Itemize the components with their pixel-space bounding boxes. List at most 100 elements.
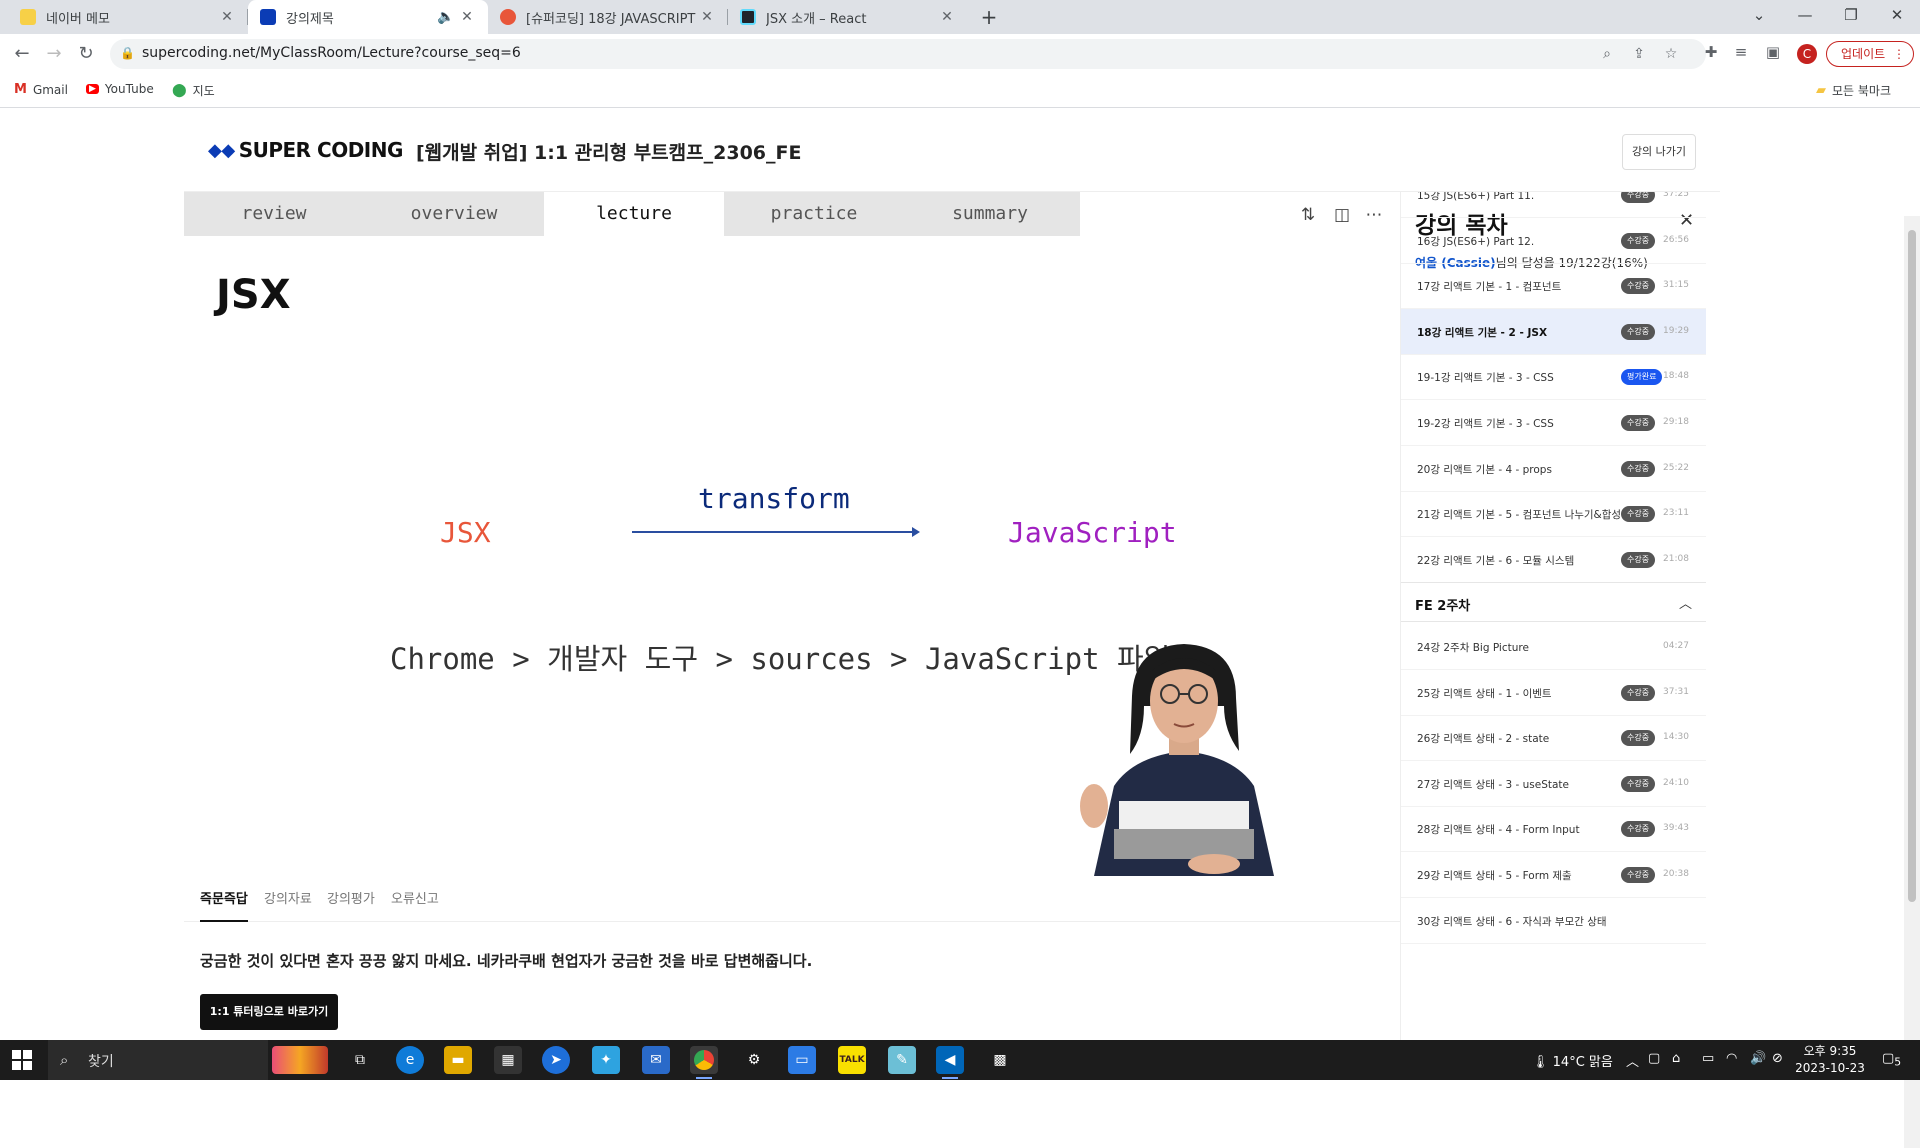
window-app-icon[interactable]: ▭ [788, 1046, 816, 1074]
media-control-icon[interactable]: ≡ [1730, 43, 1752, 61]
bookmark-youtube[interactable]: ▶ YouTube [86, 82, 154, 96]
tab-instant-qa[interactable]: 즉문즉답 [200, 888, 248, 907]
tray-app-icon[interactable]: ▢ [1648, 1051, 1660, 1066]
address-bar[interactable]: 🔒 supercoding.net/MyClassRoom/Lecture?co… [110, 39, 1706, 69]
windows-start-icon[interactable] [12, 1050, 32, 1070]
scrollbar-thumb[interactable] [1908, 230, 1916, 902]
close-tab-icon[interactable]: ✕ [458, 9, 476, 25]
brand-logo[interactable]: ◆◆ SUPER CODING [208, 138, 403, 162]
windows-taskbar: ⌕ 찾기 ⧉ e ▬ ▦ ➤ ✦ ✉ ⚙ ▭ TALK ✎ ◀ ▩ 🌡 14°C… [0, 1040, 1920, 1080]
tray-network-icon[interactable]: ⌂ [1672, 1051, 1680, 1066]
close-tab-icon[interactable]: ✕ [218, 9, 236, 25]
share-icon[interactable]: ⇪ [1630, 46, 1648, 62]
side-panel-icon[interactable]: ▣ [1762, 43, 1784, 61]
lecture-row[interactable]: 19-2강 리액트 기본 - 3 - CSS 수강중 29:18 [1401, 400, 1706, 446]
close-tab-icon[interactable]: ✕ [698, 9, 716, 25]
extensions-icon[interactable]: ✚ [1700, 43, 1722, 61]
weather-icon: 🌡 [1532, 1055, 1549, 1070]
tab-report-error[interactable]: 오류신고 [391, 888, 439, 907]
menu-dots-icon: ⋮ [1893, 47, 1905, 61]
back-button[interactable]: ← [8, 40, 36, 68]
url-text[interactable]: supercoding.net/MyClassRoom/Lecture?cour… [142, 45, 521, 61]
notification-icon[interactable]: ▢5 [1882, 1051, 1901, 1069]
lecture-row[interactable]: 15강 JS(ES6+) Part 11. 수강중 37:25 [1401, 192, 1706, 218]
system-clock[interactable]: 오후 9:35 2023-10-23 [1790, 1043, 1870, 1077]
new-tab-button[interactable]: + [976, 4, 1002, 30]
lecture-row[interactable]: 29강 리액트 상태 - 5 - Form 제출 수강중 20:38 [1401, 852, 1706, 898]
lock-icon[interactable]: 🔒 [120, 46, 135, 60]
lecture-duration: 25:22 [1663, 462, 1689, 473]
wifi-icon[interactable]: ◠ [1726, 1051, 1737, 1066]
section-header-week2[interactable]: FE 2주차 ︿ [1401, 582, 1706, 622]
more-options-icon[interactable]: ⋯ [1362, 205, 1386, 225]
maximize-button[interactable]: ❐ [1828, 0, 1874, 30]
chrome-icon[interactable] [690, 1046, 718, 1079]
lecture-row[interactable]: 21강 리액트 기본 - 5 - 컴포넌트 나누기&합성 수강중 23:11 [1401, 491, 1706, 538]
lecture-row[interactable]: 22강 리액트 기본 - 6 - 모듈 시스템 수강중 21:08 [1401, 537, 1706, 583]
lecture-video[interactable]: JSX JSX transform JavaScript Chrome > 개발… [184, 236, 1400, 876]
slide-title: JSX [216, 272, 291, 318]
tray-chevron-icon[interactable]: ︿ [1626, 1051, 1639, 1070]
tray-battery-icon[interactable]: ▭ [1702, 1051, 1714, 1066]
mail-icon[interactable]: ✉ [642, 1046, 670, 1074]
minimize-button[interactable]: — [1782, 0, 1828, 30]
settings-gear-icon[interactable]: ⚙ [740, 1046, 768, 1074]
lecture-row[interactable]: 19-1강 리액트 기본 - 3 - CSS 평가완료 18:48 [1401, 354, 1706, 401]
store-icon[interactable]: ▦ [494, 1046, 522, 1074]
tab-rating[interactable]: 강의평가 [327, 888, 375, 907]
zoom-icon[interactable]: ⌕ [1598, 46, 1616, 62]
tab-review[interactable]: review [184, 192, 364, 236]
bookmark-gmail[interactable]: M Gmail [14, 82, 68, 97]
lecture-row[interactable]: 24강 2주차 Big Picture 04:27 [1401, 624, 1706, 670]
tutoring-button[interactable]: 1:1 튜터링으로 바로가기 [200, 994, 338, 1030]
browser-tab-supercoding-18[interactable]: [슈퍼코딩] 18강 JAVASCRIPT XML ✕ [488, 0, 728, 34]
browser-tab-lecture[interactable]: 강의제목 🔈 ✕ [248, 0, 488, 34]
lecture-row[interactable]: 17강 리액트 기본 - 1 - 컴포넌트 수강중 31:15 [1401, 263, 1706, 310]
tab-search-button[interactable]: ⌄ [1736, 0, 1782, 30]
tab-overview[interactable]: overview [364, 192, 544, 236]
lecture-row[interactable]: 27강 리액트 상태 - 3 - useState 수강중 24:10 [1401, 761, 1706, 807]
vscode-icon[interactable]: ◀ [936, 1046, 964, 1079]
swap-view-icon[interactable]: ⇅ [1296, 205, 1320, 225]
bookmark-star-icon[interactable]: ☆ [1662, 46, 1680, 62]
taskbar-search[interactable]: ⌕ 찾기 [48, 1040, 268, 1080]
tab-lecture[interactable]: lecture [544, 192, 724, 236]
lecture-row[interactable]: 30강 리액트 상태 - 6 - 자식과 부모간 상태 [1401, 898, 1706, 944]
browser-tab-react-jsx[interactable]: JSX 소개 – React ✕ [728, 0, 968, 34]
lecture-row-current[interactable]: 18강 리액트 기본 - 2 - JSX 수강중 19:29 [1401, 308, 1706, 355]
tab-summary[interactable]: summary [900, 192, 1080, 236]
tab-practice[interactable]: practice [724, 192, 904, 236]
close-window-button[interactable]: ✕ [1874, 0, 1920, 30]
search-highlight-icon[interactable] [272, 1046, 328, 1074]
exit-lecture-button[interactable]: 강의 나가기 [1622, 134, 1696, 170]
lecture-row[interactable]: 26강 리액트 상태 - 2 - state 수강중 14:30 [1401, 715, 1706, 762]
edge-icon[interactable]: e [396, 1046, 424, 1074]
tray-status-icon[interactable]: ⊘ [1772, 1051, 1783, 1066]
close-tab-icon[interactable]: ✕ [938, 9, 956, 25]
bird-app-icon[interactable]: ✦ [592, 1046, 620, 1074]
all-bookmarks[interactable]: ▰ 모든 북마크 [1816, 82, 1891, 99]
split-view-icon[interactable]: ◫ [1330, 205, 1354, 225]
volume-icon[interactable]: 🔊 [1750, 1051, 1766, 1066]
lecture-row[interactable]: 25강 리액트 상태 - 1 - 이벤트 수강중 37:31 [1401, 670, 1706, 716]
profile-avatar[interactable]: C [1797, 44, 1817, 64]
forward-button[interactable]: → [40, 40, 68, 68]
task-view-icon[interactable]: ⧉ [346, 1046, 374, 1074]
lecture-row[interactable]: 20강 리액트 기본 - 4 - props 수강중 25:22 [1401, 446, 1706, 492]
file-explorer-icon[interactable]: ▬ [444, 1046, 472, 1074]
tab-materials[interactable]: 강의자료 [264, 888, 312, 907]
bookmark-maps[interactable]: ⬤ 지도 [172, 82, 215, 99]
update-button[interactable]: 업데이트 ⋮ [1826, 41, 1914, 67]
browser-tab-naver-memo[interactable]: 네이버 메모 ✕ [8, 0, 248, 34]
mute-tab-icon[interactable]: 🔈 [434, 9, 458, 25]
page-scrollbar[interactable] [1904, 216, 1920, 1148]
weather-widget[interactable]: 🌡 14°C 맑음 [1532, 1051, 1613, 1070]
package-icon[interactable]: ▩ [986, 1046, 1014, 1074]
kakaotalk-icon[interactable]: TALK [838, 1046, 866, 1074]
app-blue-icon[interactable]: ➤ [542, 1046, 570, 1074]
lecture-duration: 14:30 [1663, 732, 1689, 743]
reload-button[interactable]: ↻ [72, 40, 100, 68]
notepad-icon[interactable]: ✎ [888, 1046, 916, 1074]
lecture-row[interactable]: 16강 JS(ES6+) Part 12. 수강중 26:56 [1401, 218, 1706, 264]
lecture-row[interactable]: 28강 리액트 상태 - 4 - Form Input 수강중 39:43 [1401, 806, 1706, 853]
